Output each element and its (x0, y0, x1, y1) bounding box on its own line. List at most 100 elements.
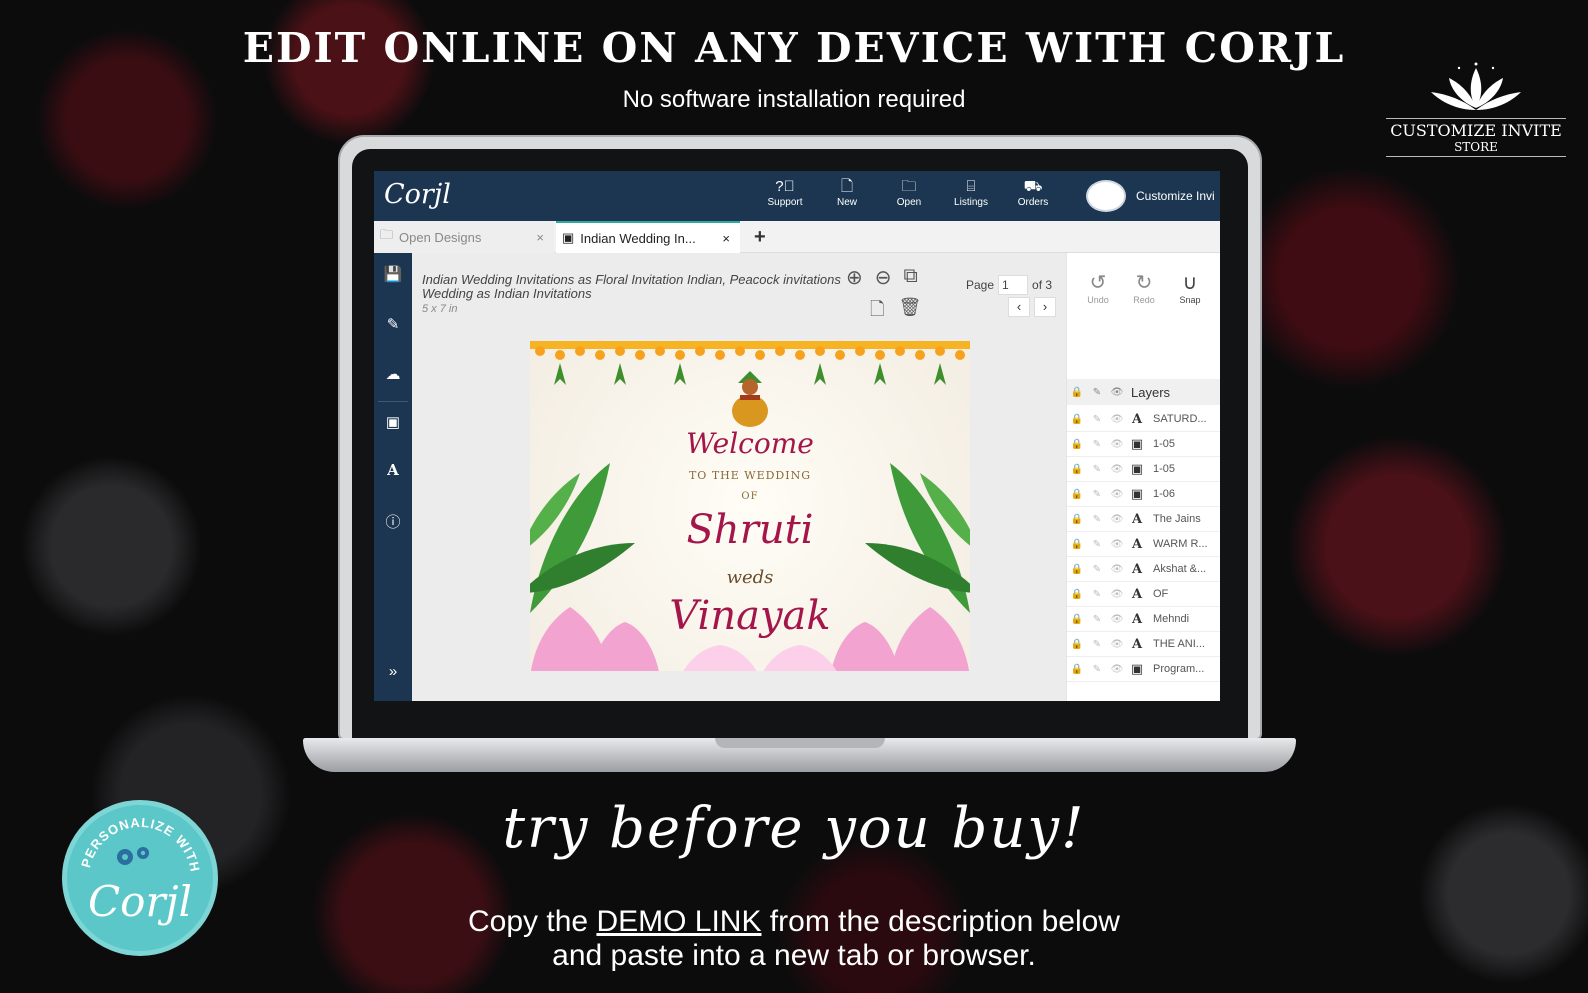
image-icon[interactable]: ▣ (374, 413, 412, 431)
tab-bar: 🗀 Open Designs × ▣ Indian Wedding In... … (374, 221, 1220, 253)
invite-groom-name: Vinayak (669, 593, 831, 639)
tab-label: Open Designs (399, 229, 482, 245)
eye-icon[interactable]: 👁 (1107, 664, 1127, 675)
cart-icon: ⛟ (1023, 178, 1043, 195)
layer-name: The Jains (1153, 513, 1201, 525)
nav-open[interactable]: 🗀 Open (878, 177, 940, 208)
layer-row[interactable]: 🔒 ✎ 👁 A The Jains (1067, 507, 1220, 532)
account-menu[interactable]: Customize Invi (1086, 180, 1215, 212)
zoom-in-icon[interactable]: ⊕ (846, 265, 863, 290)
save-as-icon[interactable]: ✎ (374, 315, 412, 333)
corjl-logo[interactable]: Corjl (384, 179, 451, 210)
layer-name: Akshat &... (1153, 563, 1207, 575)
pencil-icon[interactable]: ✎ (1087, 539, 1107, 550)
snap-button[interactable]: ∪ Snap (1167, 271, 1213, 305)
eye-icon[interactable]: 👁 (1107, 539, 1127, 550)
tagline: try before you buy! (502, 796, 1086, 861)
pencil-icon[interactable]: ✎ (1087, 439, 1107, 450)
next-page-icon[interactable]: › (1034, 297, 1056, 317)
eye-icon[interactable]: 👁 (1107, 464, 1127, 475)
layer-name: 1-05 (1153, 438, 1176, 450)
gift-box-icon: ⌸ (966, 178, 976, 195)
layer-row[interactable]: 🔒 ✎ 👁 ▣ 1-06 (1067, 482, 1220, 507)
lock-icon[interactable]: 🔒 (1067, 614, 1087, 625)
lock-icon[interactable]: 🔒 (1067, 639, 1087, 650)
eye-icon[interactable]: 👁 (1107, 489, 1127, 500)
lock-icon[interactable]: 🔒 (1067, 439, 1087, 450)
add-page-icon[interactable]: 🗋 (870, 297, 884, 327)
laptop-screen: Corjl ?⃝ Support 🗋 New 🗀 Open ⌸ Listings ⛟ Or… (374, 171, 1220, 701)
layer-row[interactable]: 🔒 ✎ 👁 A OF (1067, 582, 1220, 607)
nav-support[interactable]: ?⃝ Support (754, 177, 816, 208)
nav-label: Open (896, 197, 922, 208)
demo-link[interactable]: DEMO LINK (596, 905, 761, 938)
nav-new[interactable]: 🗋 New (816, 177, 878, 208)
pencil-icon[interactable]: ✎ (1087, 464, 1107, 475)
layer-row[interactable]: 🔒 ✎ 👁 ▣ 1-05 (1067, 457, 1220, 482)
close-icon[interactable]: × (722, 231, 730, 246)
tab-open-designs[interactable]: 🗀 Open Designs × (374, 221, 554, 253)
layer-name: THE ANI... (1153, 638, 1205, 650)
eye-icon[interactable]: 👁 (1107, 439, 1127, 450)
lock-icon[interactable]: 🔒 (1067, 414, 1087, 425)
undo-icon: ↺ (1089, 272, 1107, 294)
lock-icon[interactable]: 🔒 (1067, 539, 1087, 550)
close-icon[interactable]: × (536, 230, 544, 245)
layer-name: Mehndi (1153, 613, 1190, 625)
lock-icon[interactable]: 🔒 (1067, 664, 1087, 675)
text-tool-icon[interactable]: A (374, 461, 412, 479)
redo-button[interactable]: ↻ Redo (1121, 271, 1167, 305)
layer-row[interactable]: 🔒 ✎ 👁 A SATURD... (1067, 407, 1220, 432)
nav-orders[interactable]: ⛟ Orders (1002, 177, 1064, 208)
zoom-out-icon[interactable]: ⊖ (875, 265, 892, 290)
download-icon[interactable]: ☁ (374, 365, 412, 383)
info-icon[interactable]: ⓘ (374, 511, 412, 532)
copy-page-icon[interactable]: ⧉ (904, 265, 918, 290)
redo-icon: ↻ (1135, 272, 1153, 294)
layer-row[interactable]: 🔒 ✎ 👁 A Akshat &... (1067, 557, 1220, 582)
layer-row[interactable]: 🔒 ✎ 👁 A THE ANI... (1067, 632, 1220, 657)
trash-icon[interactable]: 🗑 (898, 297, 921, 327)
pencil-icon[interactable]: ✎ (1087, 639, 1107, 650)
lock-icon[interactable]: 🔒 (1067, 589, 1087, 600)
eye-icon[interactable]: 👁 (1107, 639, 1127, 650)
pencil-icon[interactable]: ✎ (1087, 664, 1107, 675)
magnet-icon: ∪ (1182, 272, 1198, 294)
eye-icon[interactable]: 👁 (1107, 514, 1127, 525)
pencil-icon[interactable]: ✎ (1087, 489, 1107, 500)
pencil-icon[interactable]: ✎ (1087, 614, 1107, 625)
pencil-icon[interactable]: ✎ (1087, 414, 1107, 425)
design-title: Indian Wedding Invitations as Floral Inv… (422, 272, 841, 301)
layer-row[interactable]: 🔒 ✎ 👁 A WARM R... (1067, 532, 1220, 557)
lock-icon[interactable]: 🔒 (1067, 489, 1087, 500)
invitation-card[interactable]: Welcome TO THE WEDDING OF Shruti weds Vi… (530, 341, 970, 671)
lock-icon[interactable]: 🔒 (1067, 464, 1087, 475)
layer-row[interactable]: 🔒 ✎ 👁 A Mehndi (1067, 607, 1220, 632)
text-layer-icon: A (1131, 536, 1143, 552)
page-input[interactable]: 1 (998, 275, 1029, 295)
pencil-icon[interactable]: ✎ (1087, 514, 1107, 525)
expand-icon[interactable]: » (374, 663, 412, 680)
add-tab-button[interactable]: + (754, 226, 766, 249)
pencil-icon[interactable]: ✎ (1087, 564, 1107, 575)
layer-row[interactable]: 🔒 ✎ 👁 ▣ 1-05 (1067, 432, 1220, 457)
undo-button[interactable]: ↺ Undo (1075, 271, 1121, 305)
question-icon: ?⃝ (775, 178, 795, 195)
image-icon: ▣ (562, 230, 575, 245)
nav-listings[interactable]: ⌸ Listings (940, 177, 1002, 208)
tab-current-design[interactable]: ▣ Indian Wedding In... × (556, 221, 740, 253)
page-total: of 3 (1032, 278, 1053, 292)
pencil-icon[interactable]: ✎ (1087, 589, 1107, 600)
eye-icon[interactable]: 👁 (1107, 564, 1127, 575)
store-name: CUSTOMIZE INVITE (1386, 118, 1566, 140)
canvas-workspace: Indian Wedding Invitations as Floral Inv… (412, 253, 1066, 701)
layer-row[interactable]: 🔒 ✎ 👁 ▣ Program... (1067, 657, 1220, 682)
lock-icon[interactable]: 🔒 (1067, 564, 1087, 575)
prev-page-icon[interactable]: ‹ (1008, 297, 1030, 317)
eye-icon[interactable]: 👁 (1107, 589, 1127, 600)
lock-icon[interactable]: 🔒 (1067, 514, 1087, 525)
eye-icon[interactable]: 👁 (1107, 414, 1127, 425)
invite-bride-name: Shruti (686, 507, 814, 553)
eye-icon[interactable]: 👁 (1107, 614, 1127, 625)
save-icon[interactable]: 💾 (374, 265, 412, 283)
